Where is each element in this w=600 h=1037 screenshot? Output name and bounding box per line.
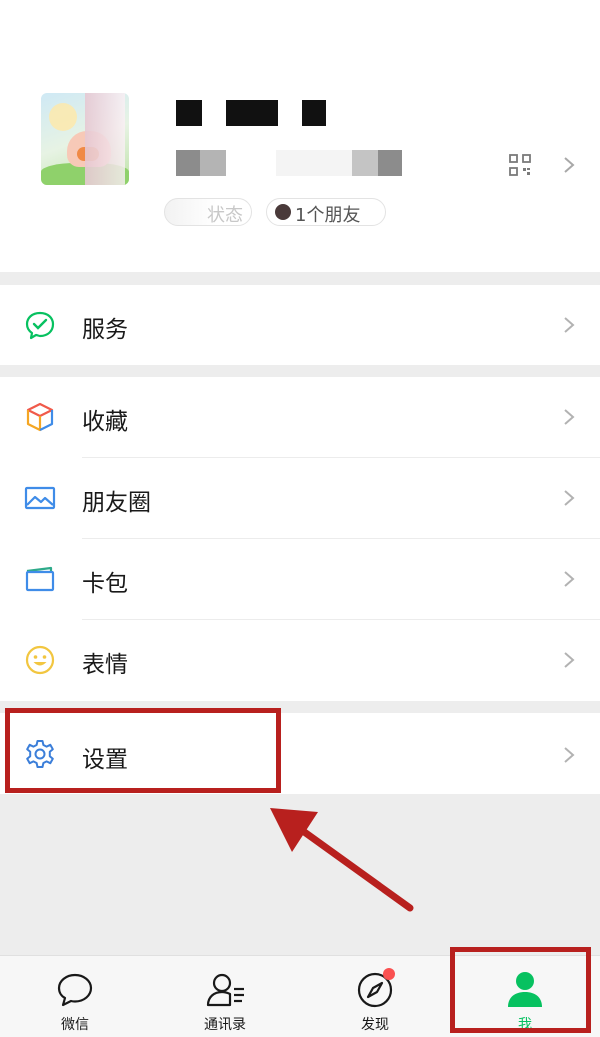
services-group: 服务 — [0, 285, 600, 365]
tab-contacts[interactable]: 通讯录 — [150, 956, 300, 1037]
status-label: 状态 — [207, 205, 243, 226]
friend-avatar-dot — [275, 204, 291, 220]
profile-header[interactable]: 状态 1个朋友 — [0, 0, 600, 272]
cube-icon — [24, 401, 56, 433]
wallet-card-icon — [24, 563, 56, 595]
menu-item-cards[interactable]: 卡包 — [0, 539, 600, 620]
chevron-right-icon — [563, 746, 575, 764]
me-tab-highlight-box — [450, 947, 591, 1033]
tab-chats[interactable]: 微信 — [0, 956, 150, 1037]
menu-label-services: 服务 — [82, 317, 128, 343]
menu-item-services[interactable]: 服务 — [0, 285, 600, 366]
chevron-right-icon — [563, 651, 575, 669]
menu-item-moments[interactable]: 朋友圈 — [0, 458, 600, 539]
menu-label-favorites: 收藏 — [82, 409, 128, 435]
image-icon — [24, 482, 56, 514]
chevron-right-icon — [563, 570, 575, 588]
menu-label-cards: 卡包 — [82, 571, 128, 597]
contacts-icon — [206, 972, 246, 1012]
main-menu-group: 收藏 朋友圈 卡包 表情 — [0, 377, 600, 701]
chat-bubble-icon — [57, 973, 97, 1013]
friends-status-pill[interactable]: 1个朋友 — [266, 198, 386, 226]
chevron-right-icon — [563, 489, 575, 507]
menu-label-moments: 朋友圈 — [82, 490, 151, 516]
qr-code-icon[interactable] — [509, 154, 531, 176]
tab-label-discover: 发现 — [361, 1017, 389, 1033]
smiley-icon — [24, 644, 56, 676]
tab-label-contacts: 通讯录 — [204, 1017, 246, 1033]
avatar[interactable] — [41, 93, 129, 185]
tab-label-chats: 微信 — [61, 1017, 89, 1033]
menu-item-favorites[interactable]: 收藏 — [0, 377, 600, 458]
settings-highlight-box — [5, 708, 281, 793]
menu-label-stickers: 表情 — [82, 652, 128, 678]
status-pill[interactable]: 状态 — [164, 198, 252, 226]
menu-item-stickers[interactable]: 表情 — [0, 620, 600, 701]
chevron-right-icon — [563, 316, 575, 334]
tab-discover[interactable]: 发现 — [300, 956, 450, 1037]
chevron-right-icon — [563, 408, 575, 426]
services-icon — [24, 309, 56, 341]
profile-chevron-right-icon[interactable] — [563, 156, 575, 174]
discover-notification-dot — [383, 968, 395, 980]
friends-status-label: 1个朋友 — [295, 205, 361, 226]
